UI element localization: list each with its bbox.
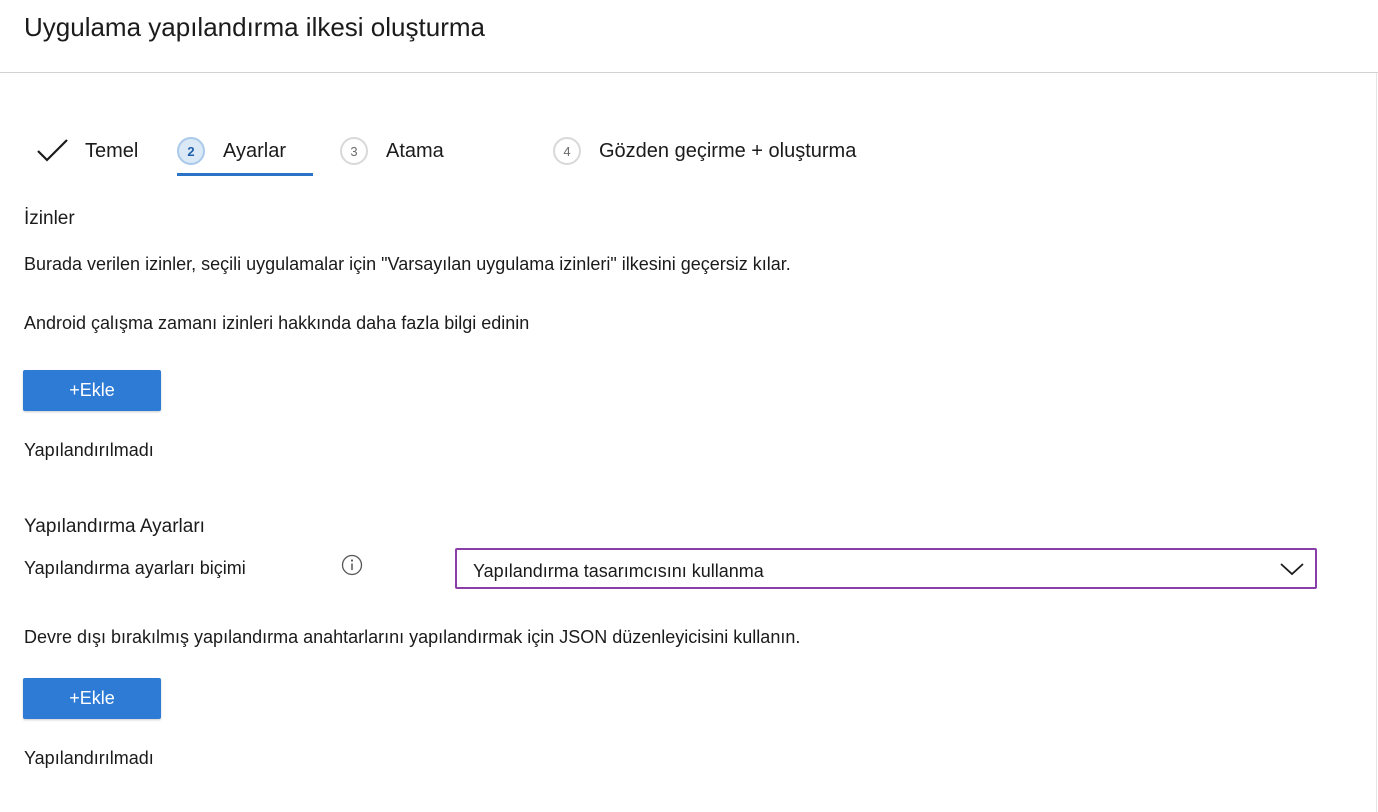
info-icon[interactable] — [341, 554, 363, 576]
step-label: Ayarlar — [223, 139, 286, 162]
step-ayarlar[interactable]: 2 Ayarlar — [177, 125, 286, 177]
wizard-steps: Temel 2 Ayarlar 3 Atama 4 Gözden geçirme… — [0, 125, 1000, 185]
step-label: Temel — [85, 139, 139, 162]
checkmark-icon — [37, 139, 68, 162]
permissions-status: Yapılandırılmadı — [24, 440, 154, 460]
step-temel[interactable]: Temel — [36, 125, 138, 177]
config-settings-title: Yapılandırma Ayarları — [24, 516, 205, 537]
step-number: 3 — [340, 137, 368, 165]
step-label: Gözden geçirme + oluşturma — [599, 139, 857, 162]
page-title: Uygulama yapılandırma ilkesi oluşturma — [24, 12, 485, 42]
config-format-selected-value: Yapılandırma tasarımcısını kullanma — [473, 561, 764, 581]
scroll-divider — [1376, 73, 1377, 812]
add-config-button[interactable]: +Ekle — [23, 678, 161, 719]
json-editor-description: Devre dışı bırakılmış yapılandırma anaht… — [24, 627, 801, 647]
permissions-description: Burada verilen izinler, seçili uygulamal… — [24, 254, 791, 274]
config-status: Yapılandırılmadı — [24, 748, 154, 768]
step-label: Atama — [386, 139, 444, 162]
page-header: Uygulama yapılandırma ilkesi oluşturma — [0, 0, 1378, 73]
permissions-learn-more-link[interactable]: Android çalışma zamanı izinleri hakkında… — [24, 313, 529, 334]
step-number: 4 — [553, 137, 581, 165]
step-gozden-gecirme[interactable]: 4 Gözden geçirme + oluşturma — [553, 125, 856, 177]
chevron-down-icon — [1280, 563, 1304, 576]
step-number: 2 — [177, 137, 205, 165]
config-format-label: Yapılandırma ayarları biçimi — [24, 558, 246, 578]
config-format-dropdown[interactable]: Yapılandırma tasarımcısını kullanma — [455, 548, 1317, 589]
add-permission-button[interactable]: +Ekle — [23, 370, 161, 411]
step-atama[interactable]: 3 Atama — [340, 125, 444, 177]
permissions-title: İzinler — [24, 208, 75, 229]
active-step-indicator — [177, 173, 313, 176]
